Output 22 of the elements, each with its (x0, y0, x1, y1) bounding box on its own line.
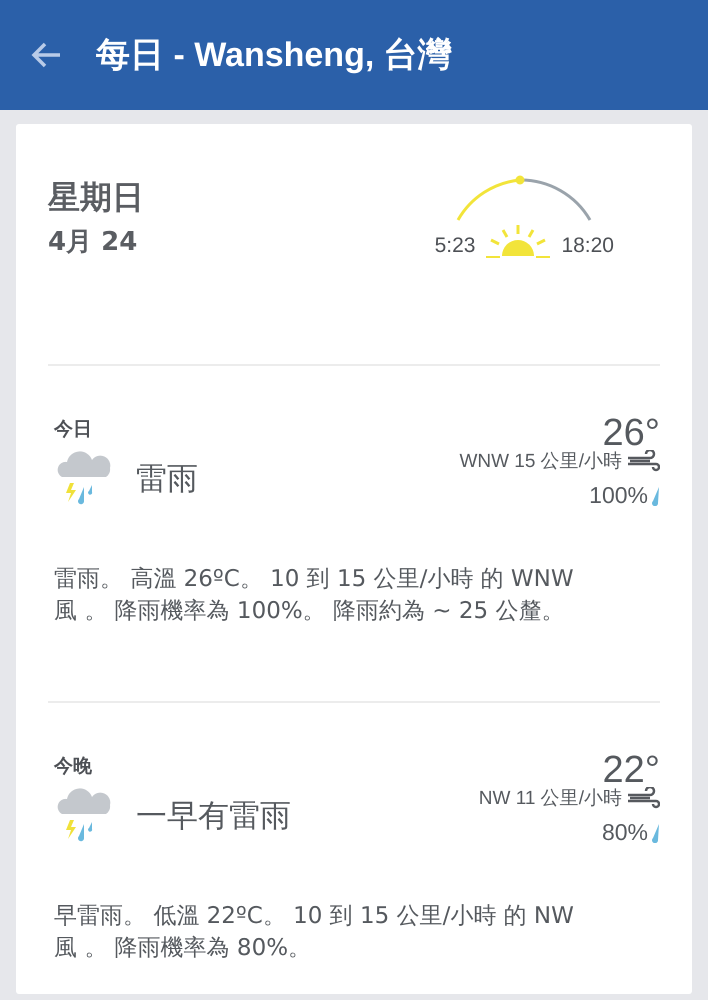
raindrop-icon (652, 822, 660, 842)
wind-icon (626, 450, 660, 472)
page-title: 每日 - Wansheng, 台灣 (96, 35, 452, 76)
sun-icon (485, 224, 552, 258)
wind-text: NW 11 公里/小時 (478, 787, 622, 811)
sunset-time: 18:20 (561, 234, 614, 258)
period-label: 今晚 (54, 754, 92, 779)
forecast-summary: 早雷雨。 低溫 22ºC。 10 到 15 公里/小時 的 NW 風 。 降雨機率為 80%。 (54, 902, 575, 963)
period-label: 今日 (54, 417, 92, 442)
date-label: 4月 24 (48, 226, 138, 259)
precipitation-text: 100% (589, 482, 648, 509)
sun-arc-icon (454, 174, 594, 222)
back-arrow-icon[interactable] (30, 41, 62, 69)
raindrop-icon (652, 486, 660, 506)
forecast-summary: 雷雨。 高溫 26ºC。 10 到 15 公里/小時 的 WNW 風 。 降雨機率為 100%。 降雨約為 ~ 25 公釐。 (54, 565, 575, 626)
weekday-label: 星期日 (48, 177, 144, 218)
precipitation-text: 80% (602, 819, 648, 846)
wind-text: WNW 15 公里/小時 (459, 450, 622, 474)
condition-text: 一早有雷雨 (136, 796, 292, 836)
condition-text: 雷雨 (136, 460, 199, 498)
sunrise-time: 5:23 (434, 234, 476, 258)
wind-icon (626, 787, 660, 809)
